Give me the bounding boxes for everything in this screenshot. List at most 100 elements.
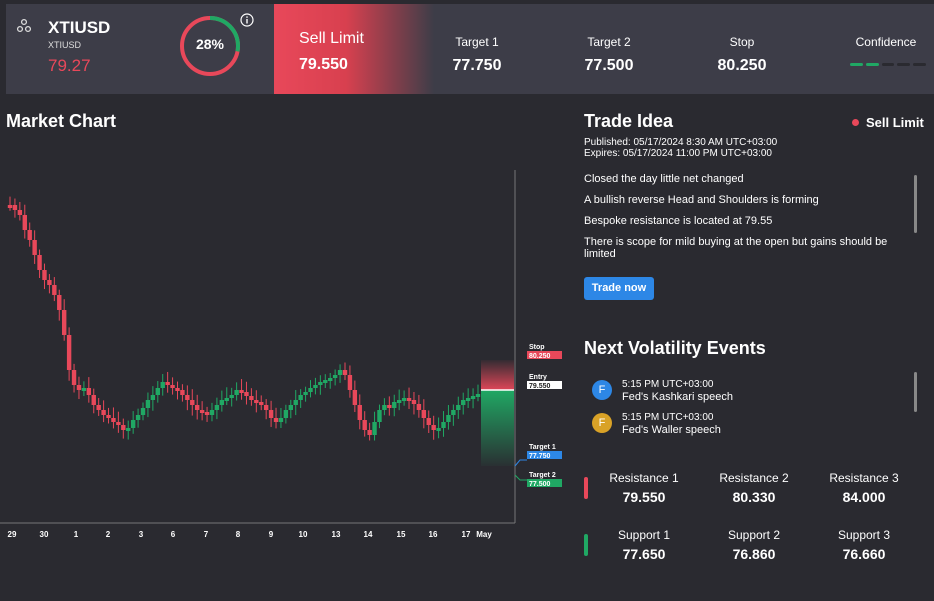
candle-body	[199, 410, 205, 413]
target-zone	[481, 390, 514, 466]
candle-body	[303, 392, 308, 395]
candle-body	[436, 428, 441, 431]
candle-body	[288, 405, 293, 410]
x-tick-label: 3	[139, 530, 144, 539]
event-title[interactable]: Fed's Waller speech	[622, 424, 721, 436]
x-tick-label: 14	[364, 530, 373, 539]
event-title[interactable]: Fed's Kashkari speech	[622, 391, 733, 403]
summary-bar	[6, 4, 934, 94]
marker-label: Stop	[529, 344, 545, 351]
x-tick-label: 8	[236, 530, 241, 539]
event-time: 5:15 PM UTC+03:00	[622, 379, 714, 390]
candle-body	[254, 400, 259, 403]
candle-body	[382, 405, 387, 410]
candle-body	[259, 402, 264, 405]
candle-body	[42, 270, 47, 280]
candle-body	[313, 385, 318, 388]
candle-body	[106, 415, 111, 418]
instrument-icon	[16, 18, 32, 33]
candle-body	[47, 280, 52, 285]
marker-value: 80.250	[529, 353, 551, 360]
confidence-segment	[865, 63, 879, 66]
confidence-meter	[850, 63, 926, 67]
confidence-segment	[881, 63, 895, 66]
target2-label: Target 2	[587, 35, 631, 49]
stop-zone	[481, 360, 514, 390]
idea-line: Closed the day little net changed	[584, 173, 744, 185]
marker-label: Entry	[529, 374, 547, 381]
x-tick-label: 17	[462, 530, 471, 539]
candle-body	[12, 205, 18, 210]
published-date: Published: 05/17/2024 8:30 AM UTC+03:00	[584, 137, 778, 148]
candle-body	[470, 396, 476, 399]
idea-scrollbar[interactable]	[914, 175, 917, 233]
candle-body	[328, 378, 333, 381]
trade-now-button[interactable]: Trade now	[584, 277, 654, 300]
support3-value: 76.660	[842, 546, 886, 562]
candle-body	[239, 390, 244, 393]
candle-body	[352, 390, 358, 405]
candle-body	[185, 395, 190, 400]
target1-value: 77.750	[452, 57, 502, 74]
idea-line: There is scope for mild buying at the op…	[584, 236, 888, 260]
candle-body	[61, 310, 67, 335]
support2-label: Support 2	[727, 528, 781, 542]
resistance1-value: 79.550	[622, 489, 666, 505]
x-tick-label: 10	[299, 530, 308, 539]
candle-body	[140, 408, 146, 415]
candle-body	[195, 405, 200, 410]
x-tick-label: 29	[8, 530, 17, 539]
candle-body	[17, 210, 23, 215]
candle-body	[456, 405, 461, 410]
candle-body	[411, 400, 417, 404]
candle-body	[71, 370, 77, 385]
candle-body	[318, 382, 323, 385]
candle-body	[229, 395, 234, 398]
candle-body	[406, 398, 412, 401]
candle-body	[308, 388, 313, 392]
confidence-label: Confidence	[855, 35, 917, 49]
candle-body	[37, 255, 42, 270]
events-title: Next Volatility Events	[584, 338, 766, 358]
candle-body	[121, 425, 126, 430]
candle-body	[116, 422, 121, 425]
candle-body	[190, 400, 195, 405]
marker-value: 77.750	[529, 453, 551, 460]
candle-body	[396, 400, 402, 403]
expires-date: Expires: 05/17/2024 11:00 PM UTC+03:00	[584, 148, 772, 159]
x-tick-label: 6	[171, 530, 176, 539]
resistance2-label: Resistance 2	[719, 471, 789, 485]
candle-body	[214, 405, 220, 410]
candle-body	[392, 402, 397, 408]
candle-body	[32, 240, 37, 255]
candle-body	[145, 400, 151, 408]
x-tick-label: May	[476, 530, 492, 539]
resistance3-value: 84.000	[842, 489, 886, 505]
idea-line: A bullish reverse Head and Shoulders is …	[584, 194, 819, 206]
candle-body	[293, 400, 298, 405]
confidence-segment	[913, 63, 926, 66]
candle-body	[130, 420, 136, 428]
candle-body	[268, 410, 274, 418]
resistance3-label: Resistance 3	[829, 471, 899, 485]
trade-idea-title: Trade Idea	[584, 111, 674, 131]
support3-label: Support 3	[837, 528, 891, 542]
candle-body	[362, 420, 367, 430]
candle-body	[86, 388, 92, 395]
candle-body	[426, 418, 431, 425]
target2-value: 77.500	[584, 57, 634, 74]
candle-body	[465, 398, 471, 401]
events-scrollbar[interactable]	[914, 372, 917, 412]
candle-body	[76, 385, 82, 390]
candle-body	[180, 390, 185, 395]
support1-label: Support 1	[617, 528, 671, 542]
price-chart[interactable]: Stop 80.250 Entry 79.550 Target 1 77.750 Targe…	[0, 160, 575, 545]
x-tick-label: 13	[332, 530, 341, 539]
candle-body	[475, 394, 481, 397]
resistance-indicator	[584, 477, 588, 499]
candle-body	[332, 375, 338, 378]
current-price: 79.27	[48, 56, 91, 75]
info-icon[interactable]	[240, 13, 254, 27]
candle-body	[150, 395, 156, 400]
candle-body	[263, 405, 269, 410]
